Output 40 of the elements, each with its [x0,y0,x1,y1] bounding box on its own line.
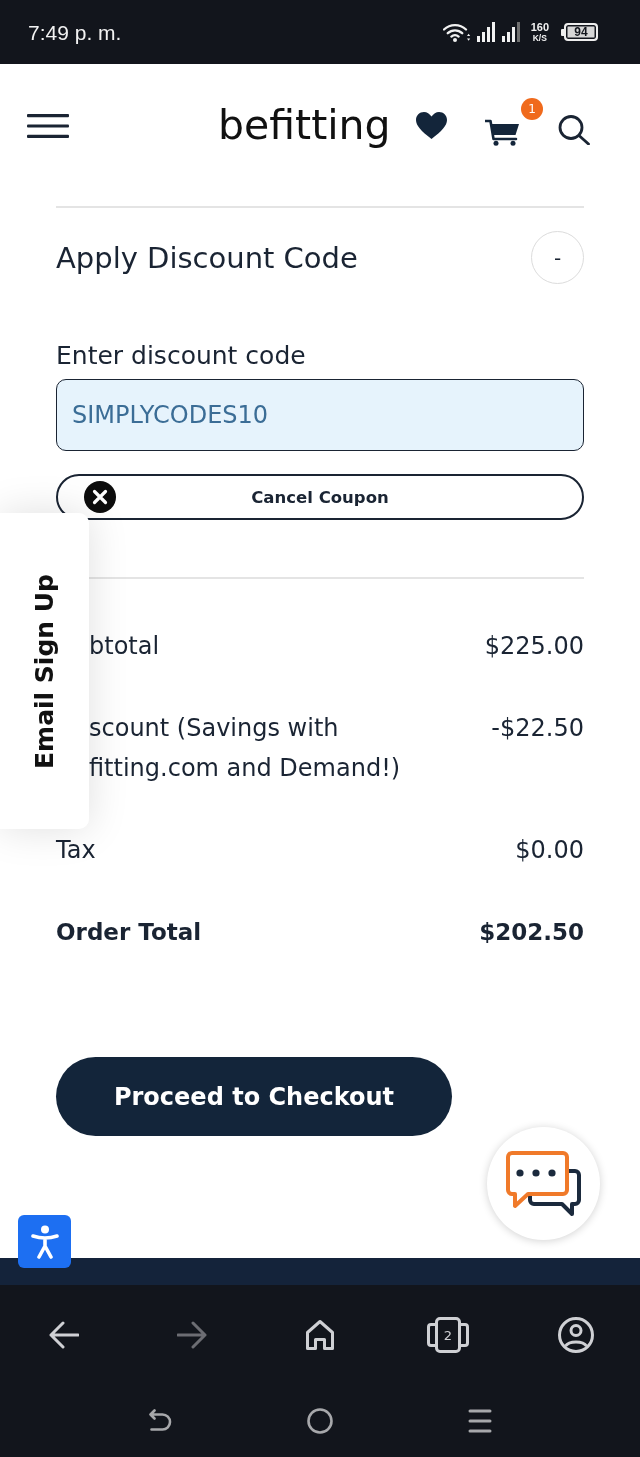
signal-icon [501,22,521,42]
close-icon [84,481,116,513]
battery-indicator: 94 [561,23,598,41]
tab-switcher-button[interactable]: 2 [427,1317,469,1353]
status-time: 7:49 p. m. [28,21,122,45]
collapse-button[interactable]: - [531,231,584,284]
menu-icon[interactable] [27,114,69,138]
section-title: Apply Discount Code [56,239,358,276]
network-speed: 160 [530,21,549,33]
discount-code-field[interactable]: SIMPLYCODES10 [56,379,584,451]
back-icon[interactable] [49,1321,79,1349]
speed-unit: K/S [532,33,547,43]
chat-icon [505,1150,582,1217]
order-total-label: Order Total [56,918,202,947]
field-label: Enter discount code [56,341,307,371]
summary-amount: $0.00 [515,835,584,866]
summary-label: scount (Savings with fitting.com and Demand!) [89,713,402,784]
menu-icon[interactable] [468,1408,492,1434]
cancel-coupon-button[interactable]: Cancel Coupon [56,474,584,520]
checkout-button[interactable]: Proceed to Checkout [56,1057,452,1136]
accessibility-icon [29,1224,60,1259]
search-icon[interactable] [558,115,590,145]
summary-label: Tax [56,835,96,866]
email-signup-tab[interactable]: Email Sign Up [0,513,89,829]
signal-icon [476,22,496,42]
order-total-amount: $202.50 [479,918,584,947]
wifi-icon [442,22,471,42]
summary-label: btotal [89,631,160,662]
home-icon[interactable] [307,1408,333,1434]
brand-logo[interactable]: befitting [218,103,391,149]
summary-amount: $225.00 [484,631,584,662]
cart-count-badge: 1 [521,97,543,120]
cart-icon[interactable] [485,118,520,146]
summary-amount: -$22.50 [491,713,584,744]
home-icon[interactable] [305,1319,335,1351]
heart-icon[interactable] [416,112,447,140]
back-icon[interactable] [148,1408,172,1434]
account-icon[interactable] [558,1317,594,1353]
accessibility-button[interactable] [18,1215,71,1268]
chat-button[interactable] [487,1127,600,1240]
